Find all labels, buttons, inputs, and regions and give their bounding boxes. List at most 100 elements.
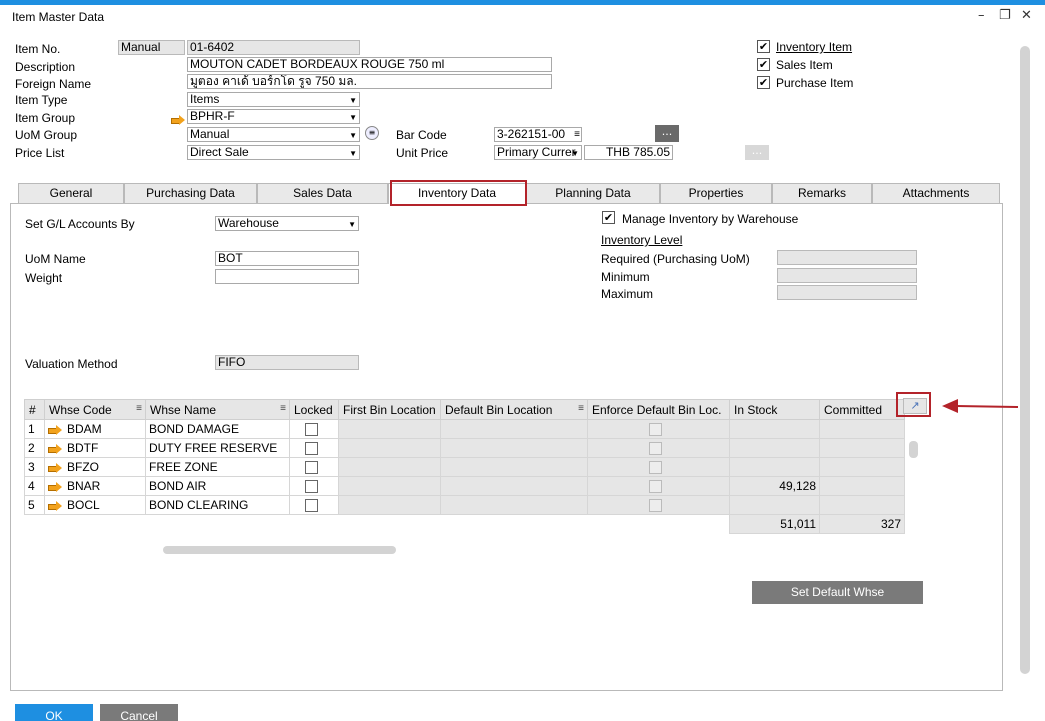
first-bin-cell — [338, 495, 441, 515]
uom-name-field[interactable]: BOT — [215, 251, 359, 266]
whse-code-cell[interactable]: BOCL — [44, 495, 146, 515]
default-bin-cell — [440, 476, 588, 496]
locked-checkbox[interactable] — [305, 423, 318, 437]
tab-sales-data[interactable]: Sales Data — [257, 183, 388, 203]
table-row[interactable]: 4 BNAR BOND AIR 49,128 — [24, 476, 905, 496]
unit-price-browse-button[interactable]: ... — [745, 145, 769, 160]
price-list-select[interactable]: Direct Sale ▼ — [187, 145, 360, 160]
whse-code-cell[interactable]: BNAR — [44, 476, 146, 496]
row-number: 5 — [24, 495, 45, 515]
cancel-button[interactable]: Cancel — [100, 704, 178, 721]
item-type-label: Item Type — [15, 93, 68, 107]
link-arrow-icon[interactable] — [48, 500, 62, 511]
close-icon[interactable]: ✕ — [1021, 8, 1032, 23]
item-type-select[interactable]: Items ▼ — [187, 92, 360, 107]
default-bin-cell — [440, 438, 588, 458]
grid-horizontal-scrollbar[interactable] — [163, 546, 396, 554]
maximum-field[interactable] — [777, 285, 917, 300]
table-row[interactable]: 5 BOCL BOND CLEARING — [24, 495, 905, 515]
locked-checkbox[interactable] — [305, 442, 318, 456]
chevron-down-icon: ▼ — [349, 149, 357, 158]
item-no-field[interactable]: 01-6402 — [187, 40, 360, 55]
locked-checkbox[interactable] — [305, 461, 318, 475]
first-bin-cell — [338, 457, 441, 477]
whse-name-cell: BOND AIR — [145, 476, 290, 496]
column-header-in-stock[interactable]: In Stock — [729, 399, 820, 420]
column-menu-icon[interactable]: ≡ — [280, 403, 286, 414]
vertical-scrollbar[interactable] — [1020, 46, 1030, 674]
in-stock-cell — [729, 438, 820, 458]
committed-cell — [819, 457, 905, 477]
sales-item-checkbox[interactable]: ✔ — [757, 58, 770, 71]
tab-properties[interactable]: Properties — [660, 183, 772, 203]
locked-checkbox[interactable] — [305, 480, 318, 494]
tab-attachments[interactable]: Attachments — [872, 183, 1000, 203]
restore-icon[interactable]: ❐ — [999, 8, 1011, 23]
column-header-first-bin[interactable]: First Bin Location — [338, 399, 441, 420]
column-menu-icon[interactable]: ≡ — [136, 403, 142, 414]
list-icon: ≡ — [574, 129, 580, 140]
sales-item-label: Sales Item — [776, 58, 833, 72]
table-row[interactable]: 3 BFZO FREE ZONE — [24, 457, 905, 477]
tab-planning-data[interactable]: Planning Data — [526, 183, 660, 203]
bar-code-field[interactable]: 3-262151-00 ≡ — [494, 127, 582, 142]
valuation-method-field[interactable]: FIFO — [215, 355, 359, 370]
grid-vertical-scrollbar[interactable] — [909, 441, 918, 458]
column-header-whse-code[interactable]: Whse Code ≡ — [44, 399, 146, 420]
manage-by-whse-checkbox[interactable]: ✔ — [602, 211, 615, 224]
link-arrow-icon[interactable] — [171, 114, 185, 125]
tab-remarks[interactable]: Remarks — [772, 183, 872, 203]
item-no-series[interactable]: Manual — [118, 40, 185, 55]
link-arrow-icon[interactable] — [48, 462, 62, 473]
column-header-enforce-bin[interactable]: Enforce Default Bin Loc. — [587, 399, 730, 420]
whse-code-cell[interactable]: BDTF — [44, 438, 146, 458]
link-arrow-icon[interactable] — [48, 424, 62, 435]
column-header-locked[interactable]: Locked — [289, 399, 339, 420]
whse-code-cell[interactable]: BFZO — [44, 457, 146, 477]
in-stock-cell — [729, 419, 820, 439]
bar-code-browse-button[interactable]: ... — [655, 125, 679, 142]
item-group-select[interactable]: BPHR-F ▼ — [187, 109, 360, 124]
column-header-default-bin[interactable]: Default Bin Location ≡ — [440, 399, 588, 420]
table-row[interactable]: 1 BDAM BOND DAMAGE — [24, 419, 905, 439]
column-menu-icon[interactable]: ≡ — [578, 403, 584, 414]
warehouse-grid: # Whse Code ≡ Whse Name ≡ Locked First Bin… — [24, 399, 905, 534]
column-header-num[interactable]: # — [24, 399, 45, 420]
ok-button[interactable]: OK — [15, 704, 93, 721]
price-list-label: Price List — [15, 146, 65, 160]
tab-purchasing-data[interactable]: Purchasing Data — [124, 183, 257, 203]
column-header-whse-name[interactable]: Whse Name ≡ — [145, 399, 290, 420]
weight-field[interactable] — [215, 269, 359, 284]
locked-checkbox[interactable] — [305, 499, 318, 513]
set-default-whse-button[interactable]: Set Default Whse — [752, 581, 923, 604]
column-header-committed[interactable]: Committed — [819, 399, 905, 420]
uom-details-icon[interactable]: ≡ — [365, 126, 379, 140]
grid-totals-row: 51,011 327 — [25, 514, 905, 534]
unit-price-field[interactable]: THB 785.05 — [584, 145, 673, 160]
required-label: Required (Purchasing UoM) — [601, 252, 750, 266]
unit-price-currency-select[interactable]: Primary Currer ▼ — [494, 145, 582, 160]
foreign-name-field[interactable]: มูตอง คาเด้ บอร์กโด รูจ 750 มล. — [187, 74, 552, 89]
default-bin-cell — [440, 457, 588, 477]
link-arrow-icon[interactable] — [48, 443, 62, 454]
minimum-field[interactable] — [777, 268, 917, 283]
row-number: 3 — [24, 457, 45, 477]
grid-header-row: # Whse Code ≡ Whse Name ≡ Locked First Bin… — [24, 399, 905, 420]
table-row[interactable]: 2 BDTF DUTY FREE RESERVE — [24, 438, 905, 458]
manage-by-whse-label: Manage Inventory by Warehouse — [622, 212, 799, 226]
locked-cell — [289, 476, 339, 496]
purchase-item-checkbox[interactable]: ✔ — [757, 76, 770, 89]
link-arrow-icon[interactable] — [48, 481, 62, 492]
chevron-down-icon: ▼ — [349, 131, 357, 140]
whse-code-cell[interactable]: BDAM — [44, 419, 146, 439]
inventory-item-checkbox[interactable]: ✔ — [757, 40, 770, 53]
minimize-icon[interactable]: – — [978, 8, 985, 23]
required-field[interactable] — [777, 250, 917, 265]
uom-group-value: Manual — [190, 127, 230, 141]
set-gl-select[interactable]: Warehouse ▼ — [215, 216, 359, 231]
locked-cell — [289, 419, 339, 439]
uom-group-select[interactable]: Manual ▼ — [187, 127, 360, 142]
foreign-name-label: Foreign Name — [15, 77, 92, 91]
tab-general[interactable]: General — [18, 183, 124, 203]
description-field[interactable]: MOUTON CADET BORDEAUX ROUGE 750 ml — [187, 57, 552, 72]
